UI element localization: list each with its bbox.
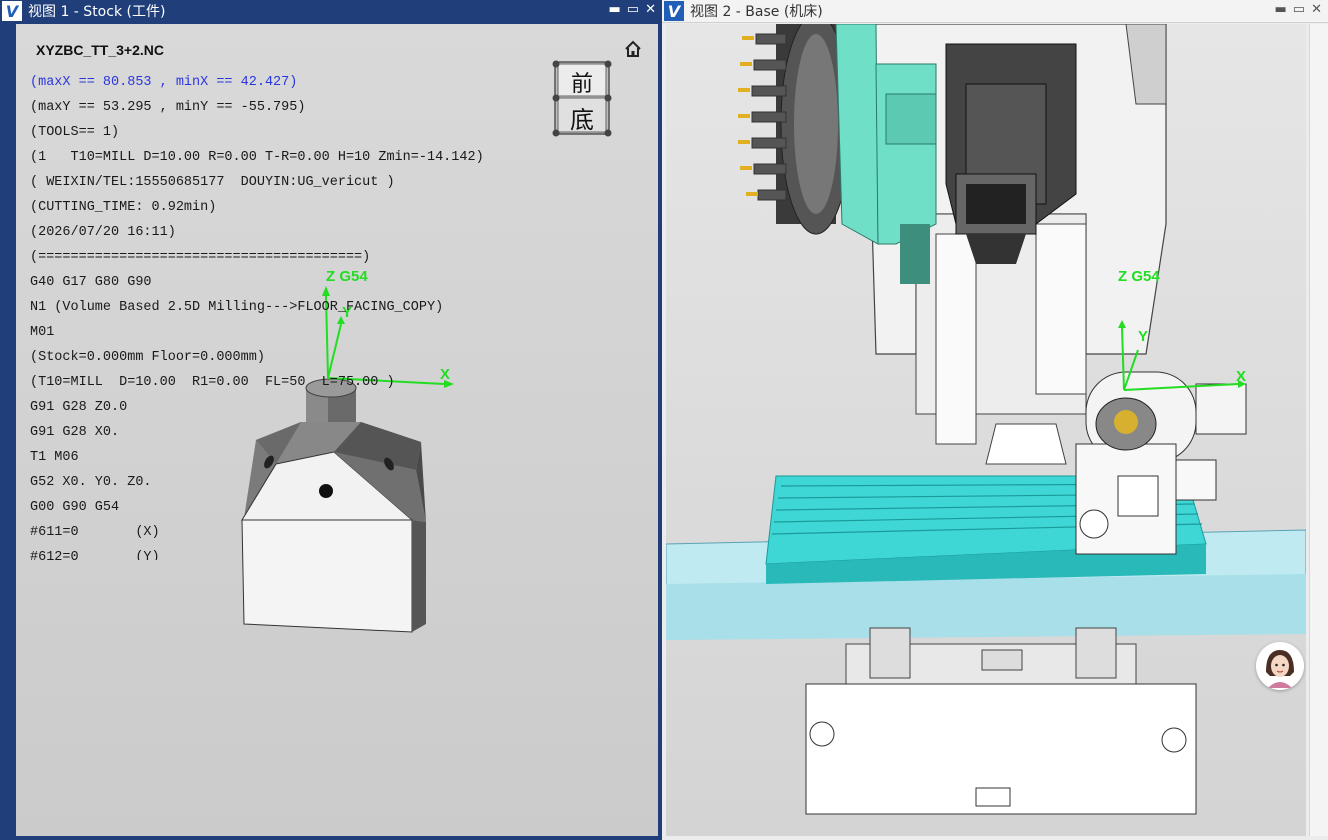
machine-model: [666, 24, 1306, 815]
nc-code-overlay: (maxX == 80.853 , minX == 42.427) (maxY =…: [30, 70, 590, 560]
nc-code-line: G91 G28 X0.: [30, 425, 120, 440]
nc-code-line: #612=0 (Y): [30, 550, 160, 560]
vertical-scrollbar[interactable]: [1309, 24, 1328, 836]
nc-code-line: N1 (Volume Based 2.5D Milling--->FLOOR_F…: [30, 300, 444, 315]
machine-view-title: 视图 2 - Base (机床): [690, 4, 823, 20]
nc-code-line: G40 G17 G80 G90: [30, 275, 152, 290]
nc-code-line: (CUTTING_TIME: 0.92min): [30, 200, 217, 215]
nc-code-line: T1 M06: [30, 450, 79, 465]
nc-code-line: (maxX == 80.853 , minX == 42.427): [30, 75, 298, 90]
nc-code-line: G91 G28 Z0.0: [30, 400, 128, 415]
machine-view-window[interactable]: V 视图 2 - Base (机床) ▬ ▭ ✕ Z G54 Y X: [662, 0, 1328, 840]
x-axis-label: X: [1236, 368, 1247, 385]
nc-code-line: (maxY == 53.295 , minY == -55.795): [30, 100, 306, 115]
machine-viewport[interactable]: Z G54 Y X: [666, 24, 1306, 836]
nc-code-line: (Stock=0.000mm Floor=0.000mm): [30, 350, 265, 365]
vericut-logo-icon: V: [664, 1, 684, 21]
minimize-icon[interactable]: ▬: [1275, 2, 1287, 17]
stock-viewport[interactable]: XYZBC_TT_3+2.NC 前 底 Z G54 Y X (maxX == 8…: [16, 24, 658, 836]
maximize-icon[interactable]: ▭: [627, 2, 639, 17]
nc-code-line: (=======================================…: [30, 250, 371, 265]
nc-code-line: #611=0 (X): [30, 525, 160, 540]
nc-code-line: M01: [30, 325, 55, 340]
z-axis-label: Z G54: [1118, 268, 1160, 285]
close-icon[interactable]: ✕: [1311, 2, 1322, 17]
nc-code-line: (1 T10=MILL D=10.00 R=0.00 T-R=0.00 H=10…: [30, 150, 484, 165]
y-axis-label: Y: [1138, 328, 1149, 345]
nc-code-line: (T10=MILL D=10.00 R1=0.00 FL=50 L=75.00 …: [30, 375, 395, 390]
nc-code-line: (2026/07/20 16:11): [30, 225, 176, 240]
assistant-avatar-icon[interactable]: [1256, 642, 1304, 690]
minimize-icon[interactable]: ▬: [609, 2, 621, 17]
stock-view-window[interactable]: V 视图 1 - Stock (工件) ▬ ▭ ✕ XYZBC_TT_3+2.N…: [0, 0, 662, 840]
nc-code-line: ( WEIXIN/TEL:15550685177 DOUYIN:UG_veric…: [30, 175, 395, 190]
nc-code-line: (TOOLS== 1): [30, 125, 120, 140]
maximize-icon[interactable]: ▭: [1293, 2, 1305, 17]
stock-view-titlebar[interactable]: V 视图 1 - Stock (工件) ▬ ▭ ✕: [0, 0, 662, 22]
stock-view-title: 视图 1 - Stock (工件): [28, 4, 166, 20]
nc-code-line: G00 G90 G54: [30, 500, 120, 515]
nc-code-line: G52 X0. Y0. Z0.: [30, 475, 152, 490]
machine-view-titlebar[interactable]: V 视图 2 - Base (机床) ▬ ▭ ✕: [662, 0, 1328, 23]
vericut-logo-icon: V: [2, 1, 22, 21]
close-icon[interactable]: ✕: [645, 2, 656, 17]
